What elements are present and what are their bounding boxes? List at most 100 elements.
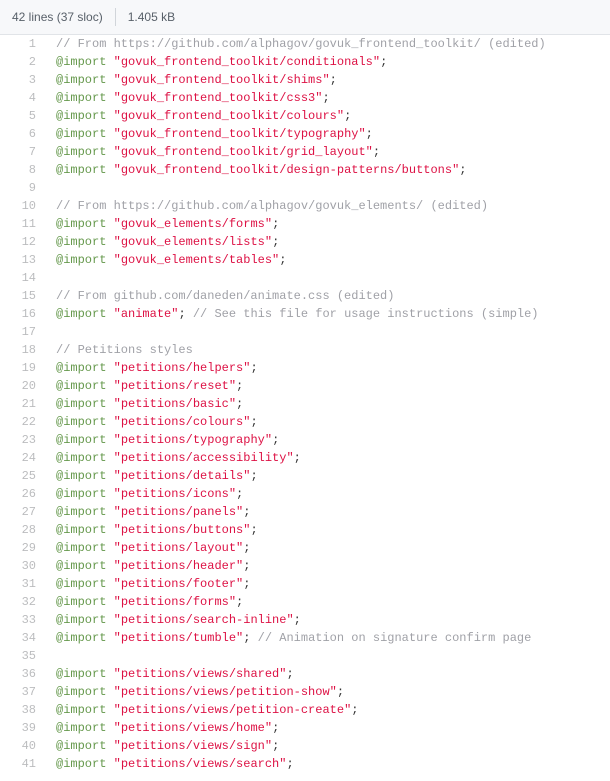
line-number[interactable]: 9 — [0, 179, 50, 197]
line-content[interactable]: @import "govuk_frontend_toolkit/shims"; — [50, 71, 337, 89]
line-number[interactable]: 7 — [0, 143, 50, 161]
line-content[interactable]: @import "petitions/header"; — [50, 557, 250, 575]
line-content[interactable] — [50, 179, 56, 197]
line-content[interactable] — [50, 323, 56, 341]
line-number[interactable]: 23 — [0, 431, 50, 449]
token-plain — [106, 505, 113, 519]
line-number[interactable]: 29 — [0, 539, 50, 557]
line-number[interactable]: 25 — [0, 467, 50, 485]
line-number[interactable]: 2 — [0, 53, 50, 71]
line-content[interactable]: @import "govuk_frontend_toolkit/design-p… — [50, 161, 466, 179]
line-content[interactable]: @import "govuk_frontend_toolkit/grid_lay… — [50, 143, 380, 161]
token-keyword: @import — [56, 541, 106, 555]
line-number[interactable]: 35 — [0, 647, 50, 665]
line-content[interactable]: @import "petitions/tumble"; // Animation… — [50, 629, 531, 647]
line-content[interactable]: @import "petitions/icons"; — [50, 485, 243, 503]
line-content[interactable]: @import "petitions/buttons"; — [50, 521, 258, 539]
code-line: 39@import "petitions/views/home"; — [0, 719, 610, 737]
line-content[interactable]: // From https://github.com/alphagov/govu… — [50, 197, 488, 215]
line-content[interactable]: @import "petitions/details"; — [50, 467, 258, 485]
line-number[interactable]: 6 — [0, 125, 50, 143]
line-content[interactable]: @import "govuk_elements/tables"; — [50, 251, 286, 269]
line-content[interactable]: @import "govuk_elements/forms"; — [50, 215, 279, 233]
line-number[interactable]: 1 — [0, 35, 50, 53]
line-number[interactable]: 10 — [0, 197, 50, 215]
line-content[interactable]: @import "petitions/footer"; — [50, 575, 250, 593]
line-number[interactable]: 27 — [0, 503, 50, 521]
code-line: 19@import "petitions/helpers"; — [0, 359, 610, 377]
line-content[interactable]: @import "petitions/layout"; — [50, 539, 250, 557]
line-number[interactable]: 28 — [0, 521, 50, 539]
line-number[interactable]: 14 — [0, 269, 50, 287]
line-number[interactable]: 24 — [0, 449, 50, 467]
line-number[interactable]: 34 — [0, 629, 50, 647]
line-number[interactable]: 21 — [0, 395, 50, 413]
line-number[interactable]: 38 — [0, 701, 50, 719]
line-number[interactable]: 30 — [0, 557, 50, 575]
line-number[interactable]: 19 — [0, 359, 50, 377]
line-number[interactable]: 12 — [0, 233, 50, 251]
line-number[interactable]: 3 — [0, 71, 50, 89]
line-number[interactable]: 40 — [0, 737, 50, 755]
header-divider — [115, 8, 116, 26]
line-number[interactable]: 41 — [0, 755, 50, 773]
line-number[interactable]: 5 — [0, 107, 50, 125]
line-content[interactable]: @import "petitions/views/petition-create… — [50, 701, 358, 719]
line-number[interactable]: 4 — [0, 89, 50, 107]
line-content[interactable]: @import "govuk_elements/lists"; — [50, 233, 279, 251]
line-number[interactable]: 22 — [0, 413, 50, 431]
token-keyword: @import — [56, 577, 106, 591]
line-number[interactable]: 31 — [0, 575, 50, 593]
token-string: "petitions/views/home" — [114, 721, 272, 735]
line-content[interactable]: @import "petitions/reset"; — [50, 377, 243, 395]
line-content[interactable]: @import "petitions/typography"; — [50, 431, 279, 449]
line-content[interactable]: @import "govuk_frontend_toolkit/css3"; — [50, 89, 330, 107]
line-content[interactable]: @import "petitions/search-inline"; — [50, 611, 301, 629]
line-content[interactable]: @import "petitions/views/search"; — [50, 755, 294, 773]
line-content[interactable]: @import "petitions/helpers"; — [50, 359, 258, 377]
line-content[interactable] — [50, 269, 56, 287]
token-string: "petitions/views/petition-create" — [114, 703, 352, 717]
line-content[interactable]: @import "govuk_frontend_toolkit/conditio… — [50, 53, 387, 71]
line-content[interactable]: @import "petitions/basic"; — [50, 395, 243, 413]
line-number[interactable]: 39 — [0, 719, 50, 737]
line-content[interactable]: @import "petitions/accessibility"; — [50, 449, 301, 467]
line-number[interactable]: 37 — [0, 683, 50, 701]
line-content[interactable]: @import "petitions/colours"; — [50, 413, 258, 431]
line-content[interactable]: @import "petitions/views/home"; — [50, 719, 279, 737]
line-number[interactable]: 8 — [0, 161, 50, 179]
token-comment: // Animation on signature confirm page — [258, 631, 532, 645]
line-number[interactable]: 36 — [0, 665, 50, 683]
line-content[interactable]: @import "petitions/forms"; — [50, 593, 243, 611]
line-content[interactable]: // From github.com/daneden/animate.css (… — [50, 287, 394, 305]
line-number[interactable]: 16 — [0, 305, 50, 323]
line-content[interactable]: @import "petitions/panels"; — [50, 503, 250, 521]
code-line: 6@import "govuk_frontend_toolkit/typogra… — [0, 125, 610, 143]
token-keyword: @import — [56, 469, 106, 483]
token-keyword: @import — [56, 397, 106, 411]
line-content[interactable]: @import "petitions/views/petition-show"; — [50, 683, 344, 701]
line-number[interactable]: 32 — [0, 593, 50, 611]
line-number[interactable]: 33 — [0, 611, 50, 629]
line-content[interactable] — [50, 647, 56, 665]
line-content[interactable]: @import "petitions/views/shared"; — [50, 665, 294, 683]
line-number[interactable]: 15 — [0, 287, 50, 305]
line-number[interactable]: 17 — [0, 323, 50, 341]
token-semi: ; — [330, 73, 337, 87]
line-content[interactable]: @import "animate"; // See this file for … — [50, 305, 539, 323]
line-content[interactable]: // Petitions styles — [50, 341, 193, 359]
line-content[interactable]: @import "govuk_frontend_toolkit/colours"… — [50, 107, 351, 125]
line-number[interactable]: 11 — [0, 215, 50, 233]
line-content[interactable]: // From https://github.com/alphagov/govu… — [50, 35, 546, 53]
line-content[interactable]: @import "govuk_frontend_toolkit/typograp… — [50, 125, 373, 143]
file-size: 1.405 kB — [128, 10, 175, 24]
line-number[interactable]: 26 — [0, 485, 50, 503]
line-number[interactable]: 13 — [0, 251, 50, 269]
token-semi: ; — [294, 451, 301, 465]
line-content[interactable]: @import "petitions/views/sign"; — [50, 737, 279, 755]
token-string: "govuk_elements/tables" — [114, 253, 280, 267]
token-plain — [106, 91, 113, 105]
line-number[interactable]: 18 — [0, 341, 50, 359]
line-number[interactable]: 20 — [0, 377, 50, 395]
token-semi: ; — [344, 109, 351, 123]
